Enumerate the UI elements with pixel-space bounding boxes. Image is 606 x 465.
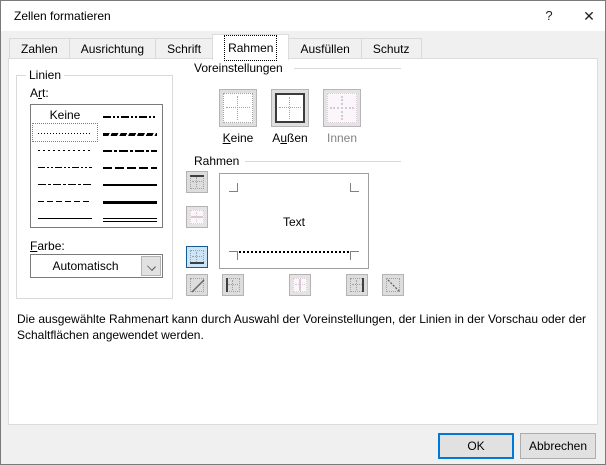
diagonal-up-icon xyxy=(190,278,205,293)
border-inner-horizontal-icon xyxy=(190,210,204,224)
dash-dot-dot-line-icon xyxy=(38,166,92,168)
line-style-double[interactable] xyxy=(98,209,162,226)
line-style-solid-thick[interactable] xyxy=(98,192,162,209)
line-style-dashed[interactable] xyxy=(33,192,97,209)
voreinstellungen-group-line xyxy=(294,68,401,69)
no-border-icon xyxy=(223,93,253,123)
preset-keine-label: Keine xyxy=(222,131,254,145)
border-bottom-button[interactable] xyxy=(186,246,208,268)
linien-group: Linien Art: Keine Farbe: Automatisch xyxy=(16,68,173,299)
line-style-solid-thin[interactable] xyxy=(33,209,97,226)
line-style-dash-dot-dot[interactable] xyxy=(33,158,97,175)
inside-border-icon xyxy=(327,93,357,123)
tab-rahmen[interactable]: Rahmen xyxy=(212,34,290,61)
preset-innen-button xyxy=(323,89,361,127)
dash-dot-line-icon xyxy=(38,183,92,185)
tab-schutz[interactable]: Schutz xyxy=(360,38,422,60)
medium-dashed-line-icon xyxy=(103,166,157,169)
dashed-line-icon xyxy=(38,200,92,202)
medium-dash-dot-dot-line-icon xyxy=(103,115,157,118)
voreinstellungen-group-label: Voreinstellungen xyxy=(191,61,286,75)
description-text: Die ausgewählte Rahmenart kann durch Aus… xyxy=(17,312,587,342)
corner-mark-top-right xyxy=(350,183,359,192)
tab-zahlen[interactable]: Zahlen xyxy=(9,38,70,60)
border-diagonal-down-button[interactable] xyxy=(382,274,404,296)
corner-mark-top-left xyxy=(229,183,238,192)
line-style-slanted-dash-dot[interactable] xyxy=(98,124,162,141)
line-style-solid-medium[interactable] xyxy=(98,175,162,192)
border-left-button[interactable] xyxy=(222,274,244,296)
outline-border-icon xyxy=(275,93,305,123)
slanted-dash-dot-line-icon xyxy=(103,132,157,136)
tab-ausfuellen[interactable]: Ausfüllen xyxy=(288,38,362,60)
tabs: Zahlen Ausrichtung Schrift Rahmen Ausfül… xyxy=(9,34,422,61)
color-dropdown[interactable]: Automatisch xyxy=(30,254,163,278)
solid-thin-line-icon xyxy=(38,217,92,219)
preset-aussen-button[interactable] xyxy=(271,89,309,127)
line-style-none[interactable]: Keine xyxy=(33,107,97,124)
cancel-button[interactable]: Abbrechen xyxy=(520,433,596,459)
help-icon[interactable]: ? xyxy=(531,1,567,31)
solid-medium-line-icon xyxy=(103,183,157,186)
line-style-medium-dash-dot-dot[interactable] xyxy=(98,107,162,124)
linien-group-label: Linien xyxy=(26,68,65,82)
dialog-footer: OK Abbrechen xyxy=(1,425,605,464)
border-top-button[interactable] xyxy=(186,171,208,193)
farbe-label: Farbe: xyxy=(30,239,65,253)
dotted-fine-line-icon xyxy=(38,132,92,134)
corner-mark-bottom-right xyxy=(350,251,359,260)
corner-mark-bottom-left xyxy=(229,251,238,260)
line-style-dotted[interactable] xyxy=(33,141,97,158)
format-cells-dialog: Zellen formatieren ? ✕ Zahlen Ausrichtun… xyxy=(0,0,606,465)
preset-keine-button[interactable] xyxy=(219,89,257,127)
applied-bottom-border-line xyxy=(239,251,349,253)
dotted-line-icon xyxy=(38,149,92,151)
rahmen-tab-page: Linien Art: Keine Farbe: Automatisch Vor… xyxy=(8,58,598,425)
art-label: Art: xyxy=(30,86,49,100)
line-style-listbox: Keine xyxy=(30,104,163,228)
border-preview[interactable]: Text xyxy=(219,173,369,269)
border-left-icon xyxy=(226,278,240,292)
ok-button[interactable]: OK xyxy=(438,433,514,459)
close-icon[interactable]: ✕ xyxy=(571,1,605,31)
border-inner-vertical-button xyxy=(289,274,311,296)
border-inner-vertical-icon xyxy=(293,278,307,292)
preset-innen-label: Innen xyxy=(326,131,358,145)
dialog-title: Zellen formatieren xyxy=(14,9,111,23)
border-top-icon xyxy=(190,175,204,189)
chevron-down-icon[interactable] xyxy=(141,256,161,276)
line-style-dash-dot[interactable] xyxy=(33,175,97,192)
preview-text: Text xyxy=(282,215,305,229)
diagonal-down-icon xyxy=(386,278,401,293)
double-line-icon xyxy=(103,217,157,222)
border-bottom-icon xyxy=(190,250,204,264)
rahmen-group-line xyxy=(245,161,401,162)
line-style-medium-dash-dot[interactable] xyxy=(98,141,162,158)
tab-ausrichtung[interactable]: Ausrichtung xyxy=(68,38,157,60)
border-right-button[interactable] xyxy=(346,274,368,296)
title-bar: Zellen formatieren ? ✕ xyxy=(1,1,605,31)
color-dropdown-value: Automatisch xyxy=(52,259,119,273)
line-style-medium-dashed[interactable] xyxy=(98,158,162,175)
border-right-icon xyxy=(350,278,364,292)
preset-aussen-label: Außen xyxy=(272,131,308,145)
line-style-dotted-fine[interactable] xyxy=(32,123,98,142)
medium-dash-dot-line-icon xyxy=(103,149,157,152)
tab-schrift[interactable]: Schrift xyxy=(155,38,214,60)
rahmen-group-label: Rahmen xyxy=(191,154,243,168)
border-inner-horizontal-button xyxy=(186,206,208,228)
border-diagonal-up-button[interactable] xyxy=(186,274,208,296)
tab-strip: Zahlen Ausrichtung Schrift Rahmen Ausfül… xyxy=(1,31,605,61)
solid-thick-line-icon xyxy=(103,200,157,204)
